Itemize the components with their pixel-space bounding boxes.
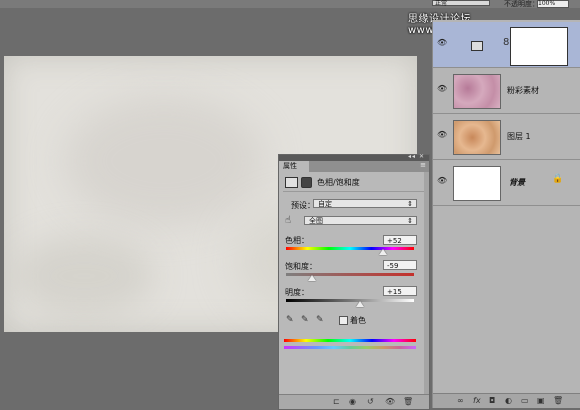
panel-tab-row: 属性 ≡ [279,161,429,172]
eyedropper-icon[interactable]: ✎ [286,315,294,325]
hue-slider-thumb[interactable] [379,249,388,255]
result-spectrum-bar [284,346,416,349]
saturation-slider-track[interactable] [286,273,414,276]
colorize-checkbox[interactable] [339,316,348,325]
preset-value: 自定 [318,200,332,208]
divider [283,191,425,192]
chevron-updown-icon: ⇕ [407,200,413,208]
blend-mode-value: 正常 [435,0,448,7]
source-spectrum-bar [284,339,416,342]
layer-mask-thumbnail[interactable] [510,27,568,66]
paper-texture [14,236,154,316]
visibility-icon[interactable]: 👁 [385,397,395,406]
properties-panel: ◂◂ ✕ 属性 ≡ 色相/饱和度 预设： 自定 ⇕ ☝ 全图 ⇕ 色相： +52… [278,153,430,410]
chain-link-icon[interactable]: 8 [503,37,509,48]
eye-icon[interactable]: 👁 [437,39,447,47]
mask-settings-icon[interactable] [301,177,312,188]
reset-icon[interactable]: ↺ [367,397,374,406]
layer-row-layer1[interactable]: 👁 图层 1 [433,114,580,160]
channel-select[interactable]: 全图 ⇕ [304,216,417,225]
group-icon[interactable]: ▭ [521,396,529,405]
trash-icon[interactable]: 🗑 [403,397,413,406]
layer-row-background[interactable]: 👁 背景 🔒 [433,160,580,206]
lightness-slider-track[interactable] [286,299,414,302]
layer-thumbnail [453,120,501,155]
adjustment-title: 色相/饱和度 [317,178,360,187]
lock-icon: 🔒 [552,174,564,184]
adjustment-icon[interactable]: ◐ [505,396,512,405]
properties-footer: ⊏ ◉ ↺ 👁 🗑 [279,394,429,409]
preset-select[interactable]: 自定 ⇕ [313,199,417,208]
preset-label: 预设： [291,201,315,210]
layers-panel: 👁 8 👁 粉彩素材 👁 图层 1 👁 背景 🔒 ∞ fx ◘ ◐ ▭ ▣ 🗑 [432,20,580,408]
hue-slider-track[interactable] [286,247,414,250]
trash-icon[interactable]: 🗑 [553,396,563,405]
lightness-label: 明度： [285,288,309,297]
mask-icon[interactable]: ◘ [489,396,495,405]
blend-mode-select[interactable]: 正常 [432,0,490,7]
layer-name: 背景 [509,178,525,187]
hue-value-input[interactable]: +52 [383,235,417,245]
saturation-slider-thumb[interactable] [307,275,316,281]
eye-icon[interactable]: 👁 [437,85,447,93]
layers-footer: ∞ fx ◘ ◐ ▭ ▣ 🗑 [433,393,580,408]
view-previous-icon[interactable]: ◉ [349,397,356,406]
layer-name: 图层 1 [507,132,531,141]
lightness-slider-thumb[interactable] [356,301,365,307]
options-bar [0,0,580,8]
fx-icon[interactable]: fx [473,396,481,405]
chevron-updown-icon: ⇕ [407,217,413,225]
colorize-label: 着色 [350,316,366,325]
collapse-icon[interactable]: ◂◂ ✕ [408,153,425,160]
adjustment-settings-icon[interactable] [285,177,298,188]
lightness-value-input[interactable]: +15 [383,286,417,296]
opacity-input[interactable]: 100% [537,0,569,8]
layer-thumbnail [453,166,501,201]
eyedropper-plus-icon[interactable]: ✎ [301,315,309,325]
layer-row-hue-saturation[interactable]: 👁 8 [433,22,580,68]
layer-row-pastel[interactable]: 👁 粉彩素材 [433,68,580,114]
targeted-adjustment-hand-icon[interactable]: ☝ [285,215,291,226]
link-icon[interactable]: ∞ [457,396,464,405]
hue-saturation-adjustment-icon [471,41,483,51]
layer-name: 粉彩素材 [507,86,539,95]
eye-icon[interactable]: 👁 [437,131,447,139]
eye-icon[interactable]: 👁 [437,177,447,185]
opacity-label: 不透明度： [504,0,539,8]
layer-thumbnail [453,74,501,109]
panel-menu-icon[interactable]: ≡ [420,161,426,169]
hue-label: 色相： [285,236,309,245]
scrollbar[interactable] [424,172,429,394]
new-layer-icon[interactable]: ▣ [537,396,545,405]
channel-value: 全图 [309,217,323,225]
eyedropper-minus-icon[interactable]: ✎ [316,315,324,325]
saturation-label: 饱和度： [285,262,317,271]
saturation-value-input[interactable]: -59 [383,260,417,270]
tab-properties[interactable]: 属性 [279,161,309,172]
clip-icon[interactable]: ⊏ [333,397,340,406]
paper-texture [64,96,264,226]
